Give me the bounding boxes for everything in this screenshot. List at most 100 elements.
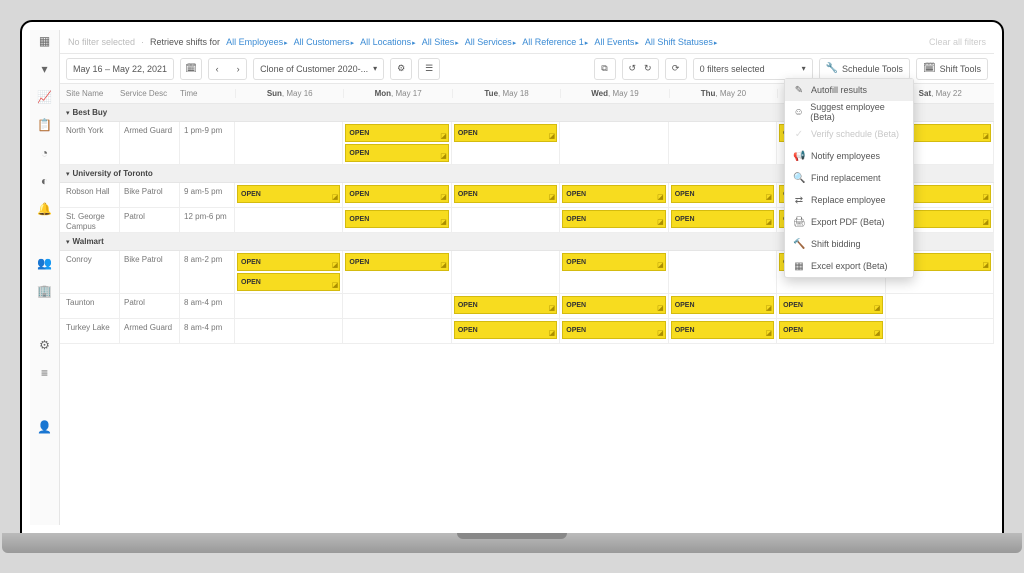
calendar-icon: 🗓 [923,63,936,74]
schedule-tools-button[interactable]: 🔧 Schedule Tools [819,58,910,80]
view-select[interactable]: Clone of Customer 2020-... ▾ [253,58,384,80]
chevron-down-icon: ▾ [373,64,377,73]
shift-open[interactable]: OPEN◪ [671,296,774,314]
shift-open[interactable]: OPEN◪ [454,321,557,339]
filter-employees[interactable]: All Employees▸ [226,37,288,47]
shift-open[interactable]: OPEN◪ [779,296,882,314]
retrieve-label: Retrieve shifts for [150,37,220,47]
filter-events[interactable]: All Events▸ [594,37,639,47]
chevron-down-icon: ▾ [802,64,806,73]
redo-button[interactable]: ↻ [644,63,652,74]
filter-sites[interactable]: All Sites▸ [422,37,459,47]
refresh-icon: ⟳ [672,63,680,74]
shift-open[interactable]: OPEN◪ [454,124,557,142]
building-icon[interactable]: 🏢 [38,284,52,298]
header-time: Time [180,89,235,98]
filter-services[interactable]: All Services▸ [465,37,517,47]
gear-icon[interactable]: ⚙ [38,338,52,352]
shift-open[interactable]: OPEN◪ [237,273,340,291]
shift-open[interactable]: OPEN◪ [345,253,448,271]
shift-open[interactable]: OPEN◪ [345,124,448,142]
pdf-icon: 🖨 [793,217,805,228]
gear-icon: ⚙ [397,63,405,74]
check-icon: ✓ [793,129,805,140]
shift-open[interactable]: OPEN◪ [779,321,882,339]
users-icon[interactable]: 👥 [38,256,52,270]
copy-icon: ⧉ [601,63,607,74]
filter-shift-statuses[interactable]: All Shift Statuses▸ [645,37,718,47]
undo-redo: ↺ ↻ [622,58,659,80]
shift-open[interactable]: OPEN◪ [671,210,774,228]
shift-open[interactable]: OPEN◪ [562,253,665,271]
header-sun: Sun, May 16 [235,89,343,98]
menu-verify: ✓Verify schedule (Beta) [785,123,913,145]
laptop-base [2,533,1022,553]
menu-export-pdf[interactable]: 🖨Export PDF (Beta) [785,211,913,233]
copy-button[interactable]: ⧉ [594,58,616,80]
next-button[interactable]: › [230,64,246,74]
menu-notify[interactable]: 📢Notify employees [785,145,913,167]
filter-customers[interactable]: All Customers▸ [294,37,355,47]
menu-shift-bidding[interactable]: 🔨Shift bidding [785,233,913,255]
shift-open[interactable]: OPEN◪ [345,185,448,203]
hammer-icon: 🔨 [793,239,805,250]
table-row: Turkey Lake Armed Guard 8 am-4 pm OPEN◪ … [60,319,994,344]
shift-open[interactable]: OPEN◪ [237,253,340,271]
menu-suggest[interactable]: ☺Suggest employee (Beta) [785,101,913,123]
shift-open[interactable]: OPEN◪ [237,185,340,203]
bell-icon[interactable]: 🔔 [38,202,52,216]
left-sidebar: ▦ ▾ 📈 📋 ◔ ◐ 🔔 👥 🏢 ⚙ ≡ 👤 [30,30,60,525]
prev-button[interactable]: ‹ [209,64,225,74]
clock-icon[interactable]: ◐ [38,174,52,188]
header-service: Service Desc [120,89,180,98]
menu-autofill[interactable]: ✎Autofill results [785,79,913,101]
list-icon[interactable]: ≡ [38,366,52,380]
filter-bar: No filter selected · Retrieve shifts for… [60,30,994,54]
shift-open[interactable]: OPEN◪ [454,296,557,314]
filter-locations[interactable]: All Locations▸ [360,37,416,47]
funnel-icon[interactable]: ▾ [38,62,52,76]
date-range[interactable]: May 16 – May 22, 2021 [66,58,174,80]
megaphone-icon: 📢 [793,151,805,162]
menu-excel-export[interactable]: ▦Excel export (Beta) [785,255,913,277]
calendar-icon: 🗓 [185,63,196,74]
shift-open[interactable]: OPEN◪ [454,185,557,203]
laptop-frame: ▦ ▾ 📈 📋 ◔ ◐ 🔔 👥 🏢 ⚙ ≡ 👤 No filter select… [20,20,1004,535]
undo-button[interactable]: ↺ [629,63,637,74]
app-screen: ▦ ▾ 📈 📋 ◔ ◐ 🔔 👥 🏢 ⚙ ≡ 👤 No filter select… [30,30,994,525]
filters-selected[interactable]: 0 filters selected ▾ [693,58,813,80]
shift-open[interactable]: OPEN◪ [345,144,448,162]
header-thu: Thu, May 20 [669,89,777,98]
clipboard-icon[interactable]: 📋 [38,118,52,132]
clear-all-filters[interactable]: Clear all filters [929,37,986,47]
chart-icon[interactable]: 📈 [38,90,52,104]
user-icon[interactable]: 👤 [38,420,52,434]
shift-open[interactable]: OPEN◪ [562,185,665,203]
shift-open[interactable]: OPEN◪ [671,321,774,339]
schedule-tools-menu: ✎Autofill results ☺Suggest employee (Bet… [784,78,914,278]
shift-open[interactable]: OPEN◪ [562,296,665,314]
grid-icon[interactable]: ▦ [38,34,52,48]
swap-icon: ⇄ [793,195,805,206]
refresh-button[interactable]: ⟳ [665,58,687,80]
menu-replace[interactable]: ⇄Replace employee [785,189,913,211]
table-row: Taunton Patrol 8 am-4 pm OPEN◪ OPEN◪ OPE… [60,294,994,319]
wand-icon: ✎ [793,85,805,96]
shift-open[interactable]: OPEN◪ [562,321,665,339]
nav-arrows: ‹ › [208,58,247,80]
filter-reference1[interactable]: All Reference 1▸ [522,37,588,47]
pie-icon[interactable]: ◔ [38,146,52,160]
face-icon: ☺ [793,107,804,118]
settings-button[interactable]: ⚙ [390,58,412,80]
shift-open[interactable]: OPEN◪ [671,185,774,203]
shift-open[interactable]: OPEN◪ [345,210,448,228]
menu-find-replacement[interactable]: 🔍Find replacement [785,167,913,189]
header-wed: Wed, May 19 [560,89,668,98]
header-tue: Tue, May 18 [452,89,560,98]
shift-open[interactable]: OPEN◪ [562,210,665,228]
no-filter-label: No filter selected [68,37,135,47]
adjust-button[interactable]: ☰ [418,58,440,80]
calendar-button[interactable]: 🗓 [180,58,202,80]
shift-tools-button[interactable]: 🗓 Shift Tools [916,58,988,80]
toolbar: May 16 – May 22, 2021 🗓 ‹ › Clone of Cus… [60,54,994,84]
